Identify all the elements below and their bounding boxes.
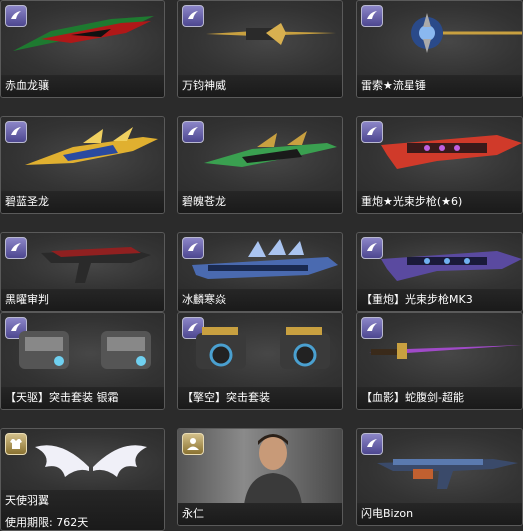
character-portrait [244,434,302,505]
weapon-image [411,13,522,53]
item-card-12[interactable]: 【血影】蛇腹剑-超能 [356,312,523,410]
item-card-9[interactable]: 【重炮】光束步枪MK3 [356,232,523,312]
item-card-15[interactable]: 闪电Bizon [356,428,523,526]
item-name: 【天驱】突击套装 银霜 [5,391,119,404]
weapon-image [381,135,522,169]
weapon-category-icon [361,5,383,27]
armor-image [19,331,151,369]
item-name: 闪电Bizon [361,507,414,520]
character-person-icon [182,433,204,455]
item-card-5[interactable]: 碧魄苍龙 [177,116,343,214]
item-name: 重炮★光束步枪(★6) [361,195,463,208]
item-card-10[interactable]: 【天驱】突击套装 银霜 [0,312,165,410]
weapon-category-icon [5,237,27,259]
weapon-image [41,247,151,283]
item-card-6[interactable]: 重炮★光束步枪(★6) [356,116,523,214]
item-card-4[interactable]: 碧蓝圣龙 [0,116,165,214]
item-card-2[interactable]: 万钧神威 [177,0,343,98]
weapon-image [192,239,338,279]
item-name: 万钧神威 [182,79,226,92]
item-name: 冰麟寒焱 [182,293,226,306]
item-name: 雷索★流星锤 [361,79,426,92]
item-card-14[interactable]: 永仁 [177,428,343,526]
item-name: 碧魄苍龙 [182,195,226,208]
weapon-image [204,131,337,167]
sword-image [369,343,522,359]
weapon-image [206,23,336,45]
item-grid: 赤血龙骧 万钧神威 雷索★流星锤 碧蓝圣龙 碧魄苍龙 重炮★光束步枪(★6) 黑… [0,0,523,531]
armor-image [196,327,330,369]
costume-shirt-icon [5,433,27,455]
item-card-8[interactable]: 冰麟寒焱 [177,232,343,312]
item-card-3[interactable]: 雷索★流星锤 [356,0,523,98]
item-name: 【重炮】光束步枪MK3 [361,293,473,306]
item-name: 永仁 [182,507,204,520]
item-card-13[interactable]: 天使羽翼 使用期限: 762天 [0,428,165,531]
item-card-11[interactable]: 【擎空】突击套装 [177,312,343,410]
weapon-image [13,16,154,51]
wings-image [35,445,147,477]
weapon-image [377,459,518,489]
weapon-category-icon [182,5,204,27]
item-name: 【血影】蛇腹剑-超能 [361,391,464,404]
expiry-text: 使用期限: 762天 [5,516,89,529]
item-name: 【擎空】突击套装 [182,391,270,404]
weapon-image [25,127,158,165]
item-name: 天使羽翼 [5,494,49,507]
weapon-category-icon [182,121,204,143]
item-name: 碧蓝圣龙 [5,195,49,208]
item-card-1[interactable]: 赤血龙骧 [0,0,165,98]
weapon-image [381,251,522,281]
item-card-7[interactable]: 黑曜审判 [0,232,165,312]
item-name: 赤血龙骧 [5,79,49,92]
item-name: 黑曜审判 [5,293,49,306]
